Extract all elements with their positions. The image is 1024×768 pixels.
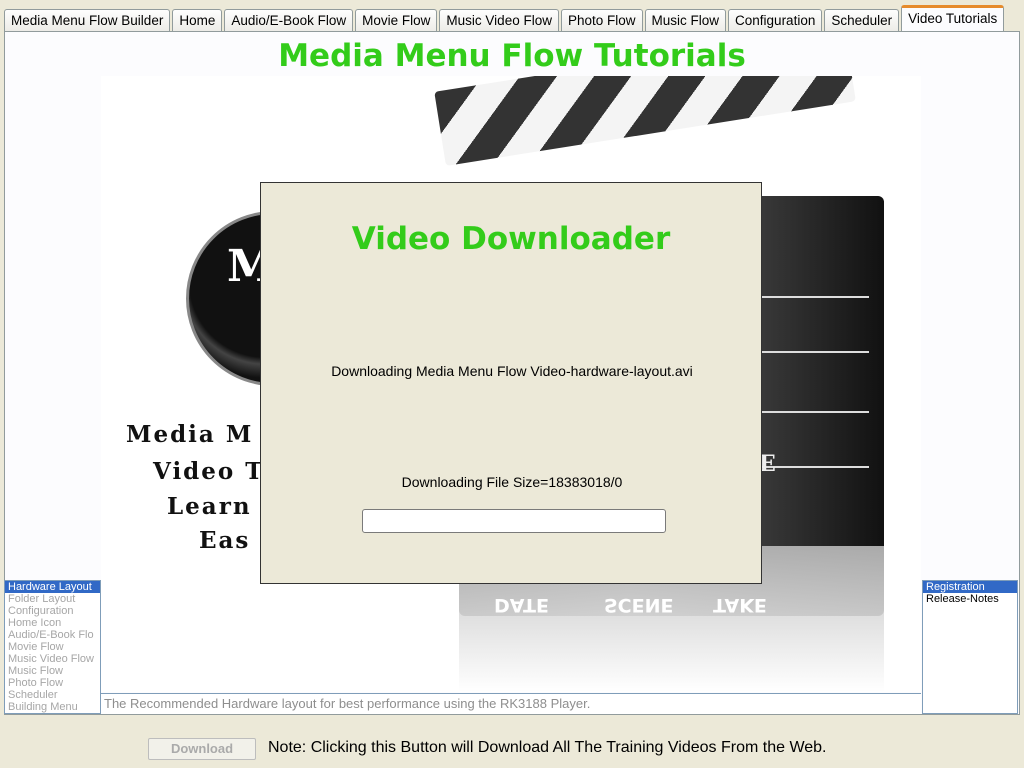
- tutorial-video-list[interactable]: Hardware Layout Folder Layout Configuratio…: [4, 580, 101, 714]
- tab-photo-flow[interactable]: Photo Flow: [560, 9, 643, 32]
- reflection-scene: SCENE: [604, 594, 674, 616]
- tab-audio-e-book-flow[interactable]: Audio/E-Book Flow: [224, 9, 354, 32]
- tab-media-menu-flow-builder[interactable]: Media Menu Flow Builder: [4, 9, 171, 32]
- slogan-line: Media M: [126, 421, 254, 448]
- tab-video-tutorials[interactable]: Video Tutorials: [901, 5, 1005, 32]
- tab-music-video-flow[interactable]: Music Video Flow: [439, 9, 559, 32]
- tutorial-list-item[interactable]: Music Flow: [5, 665, 100, 677]
- slogan-line: Video T: [153, 458, 265, 485]
- info-list-item[interactable]: Registration: [923, 581, 1017, 593]
- downloading-file-text: Downloading Media Menu Flow Video-hardwa…: [331, 363, 693, 379]
- tutorial-list-item[interactable]: Hardware Layout: [5, 581, 100, 593]
- download-button[interactable]: Download: [148, 738, 256, 760]
- download-note: Note: Clicking this Button will Download…: [268, 739, 827, 756]
- tutorial-list-item[interactable]: Photo Flow: [5, 677, 100, 689]
- slogan-line: Learn: [167, 493, 252, 520]
- tutorial-list-item[interactable]: Building Menu: [5, 701, 100, 713]
- page-title: Media Menu Flow Tutorials: [278, 38, 746, 74]
- reflection-take: TAKE: [713, 594, 767, 616]
- tutorial-list-item[interactable]: Folder Layout: [5, 593, 100, 605]
- tutorial-list-item[interactable]: Configuration: [5, 605, 100, 617]
- info-list[interactable]: Registration Release-Notes: [922, 580, 1018, 714]
- app-window: Media Menu Flow Builder Home Audio/E-Book …: [0, 0, 1024, 768]
- dialog-title: Video Downloader: [351, 221, 671, 257]
- tab-home[interactable]: Home: [172, 9, 223, 32]
- tutorial-list-item[interactable]: Home Icon: [5, 617, 100, 629]
- info-list-item[interactable]: Release-Notes: [923, 593, 1017, 605]
- tutorial-list-item[interactable]: Music Video Flow: [5, 653, 100, 665]
- tutorial-list-item[interactable]: Movie Flow: [5, 641, 100, 653]
- tab-movie-flow[interactable]: Movie Flow: [355, 9, 438, 32]
- downloading-size-text: Downloading File Size=18383018/0: [401, 474, 623, 490]
- tab-scheduler[interactable]: Scheduler: [824, 9, 900, 32]
- clapperboard-stick: [434, 76, 856, 167]
- download-progress-bar: [362, 509, 666, 533]
- video-description: The Recommended Hardware layout for best…: [101, 693, 921, 714]
- video-downloader-dialog: Video Downloader Downloading Media Menu …: [260, 182, 762, 584]
- slogan-line: Eas: [199, 527, 251, 554]
- tutorial-list-item[interactable]: Audio/E-Book Flo: [5, 629, 100, 641]
- tab-bar: Media Menu Flow Builder Home Audio/E-Book …: [4, 5, 1006, 32]
- reflection-date: DATE: [494, 594, 549, 616]
- tab-music-flow[interactable]: Music Flow: [644, 9, 727, 32]
- tab-configuration[interactable]: Configuration: [728, 9, 823, 32]
- tutorial-list-item[interactable]: Scheduler: [5, 689, 100, 701]
